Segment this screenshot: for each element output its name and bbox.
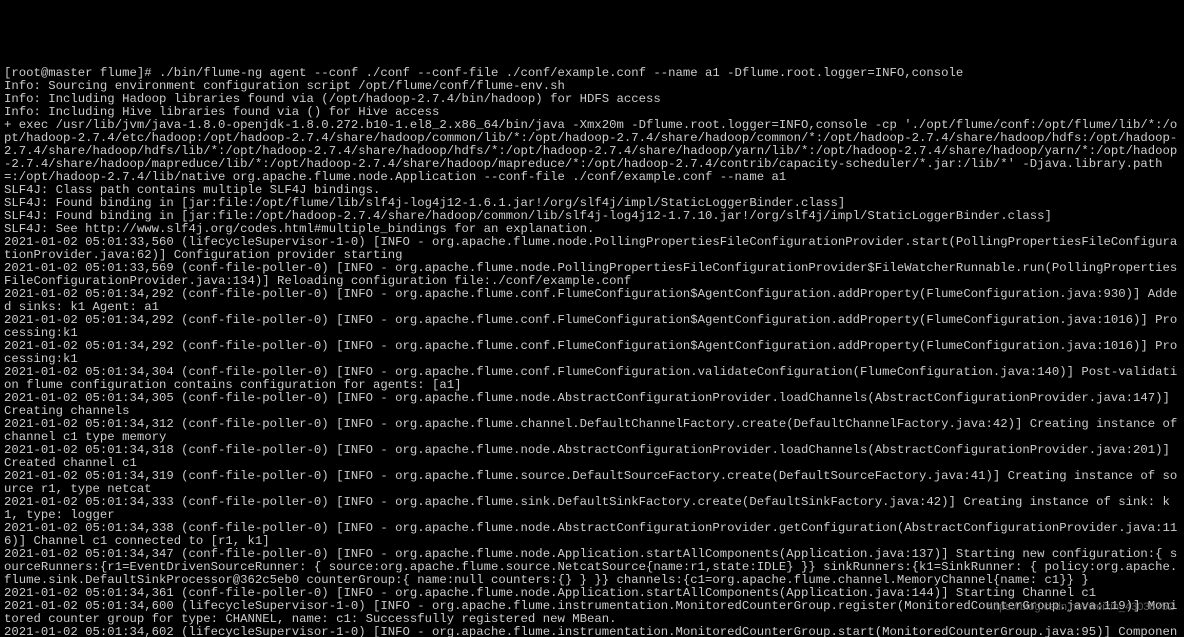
terminal-line: 2021-01-02 05:01:34,292 (conf-file-polle…: [4, 314, 1180, 340]
terminal-line: 2021-01-02 05:01:34,602 (lifecycleSuperv…: [4, 626, 1180, 637]
terminal-line: 2021-01-02 05:01:34,305 (conf-file-polle…: [4, 392, 1180, 418]
watermark-text: https://blog.csdn.net/weixin_43038752: [987, 601, 1174, 614]
terminal-line: 2021-01-02 05:01:33,569 (conf-file-polle…: [4, 262, 1180, 288]
terminal-line: 2021-01-02 05:01:34,318 (conf-file-polle…: [4, 444, 1180, 470]
terminal-line: + exec /usr/lib/jvm/java-1.8.0-openjdk-1…: [4, 119, 1180, 184]
terminal-output[interactable]: [root@master flume]# ./bin/flume-ng agen…: [0, 65, 1184, 637]
terminal-line: 2021-01-02 05:01:33,560 (lifecycleSuperv…: [4, 236, 1180, 262]
terminal-line: 2021-01-02 05:01:34,347 (conf-file-polle…: [4, 548, 1180, 587]
terminal-line: 2021-01-02 05:01:34,338 (conf-file-polle…: [4, 522, 1180, 548]
terminal-line: 2021-01-02 05:01:34,333 (conf-file-polle…: [4, 496, 1180, 522]
terminal-line: 2021-01-02 05:01:34,292 (conf-file-polle…: [4, 288, 1180, 314]
terminal-line: 2021-01-02 05:01:34,319 (conf-file-polle…: [4, 470, 1180, 496]
terminal-line: 2021-01-02 05:01:34,304 (conf-file-polle…: [4, 366, 1180, 392]
terminal-line: 2021-01-02 05:01:34,292 (conf-file-polle…: [4, 340, 1180, 366]
terminal-line: 2021-01-02 05:01:34,312 (conf-file-polle…: [4, 418, 1180, 444]
